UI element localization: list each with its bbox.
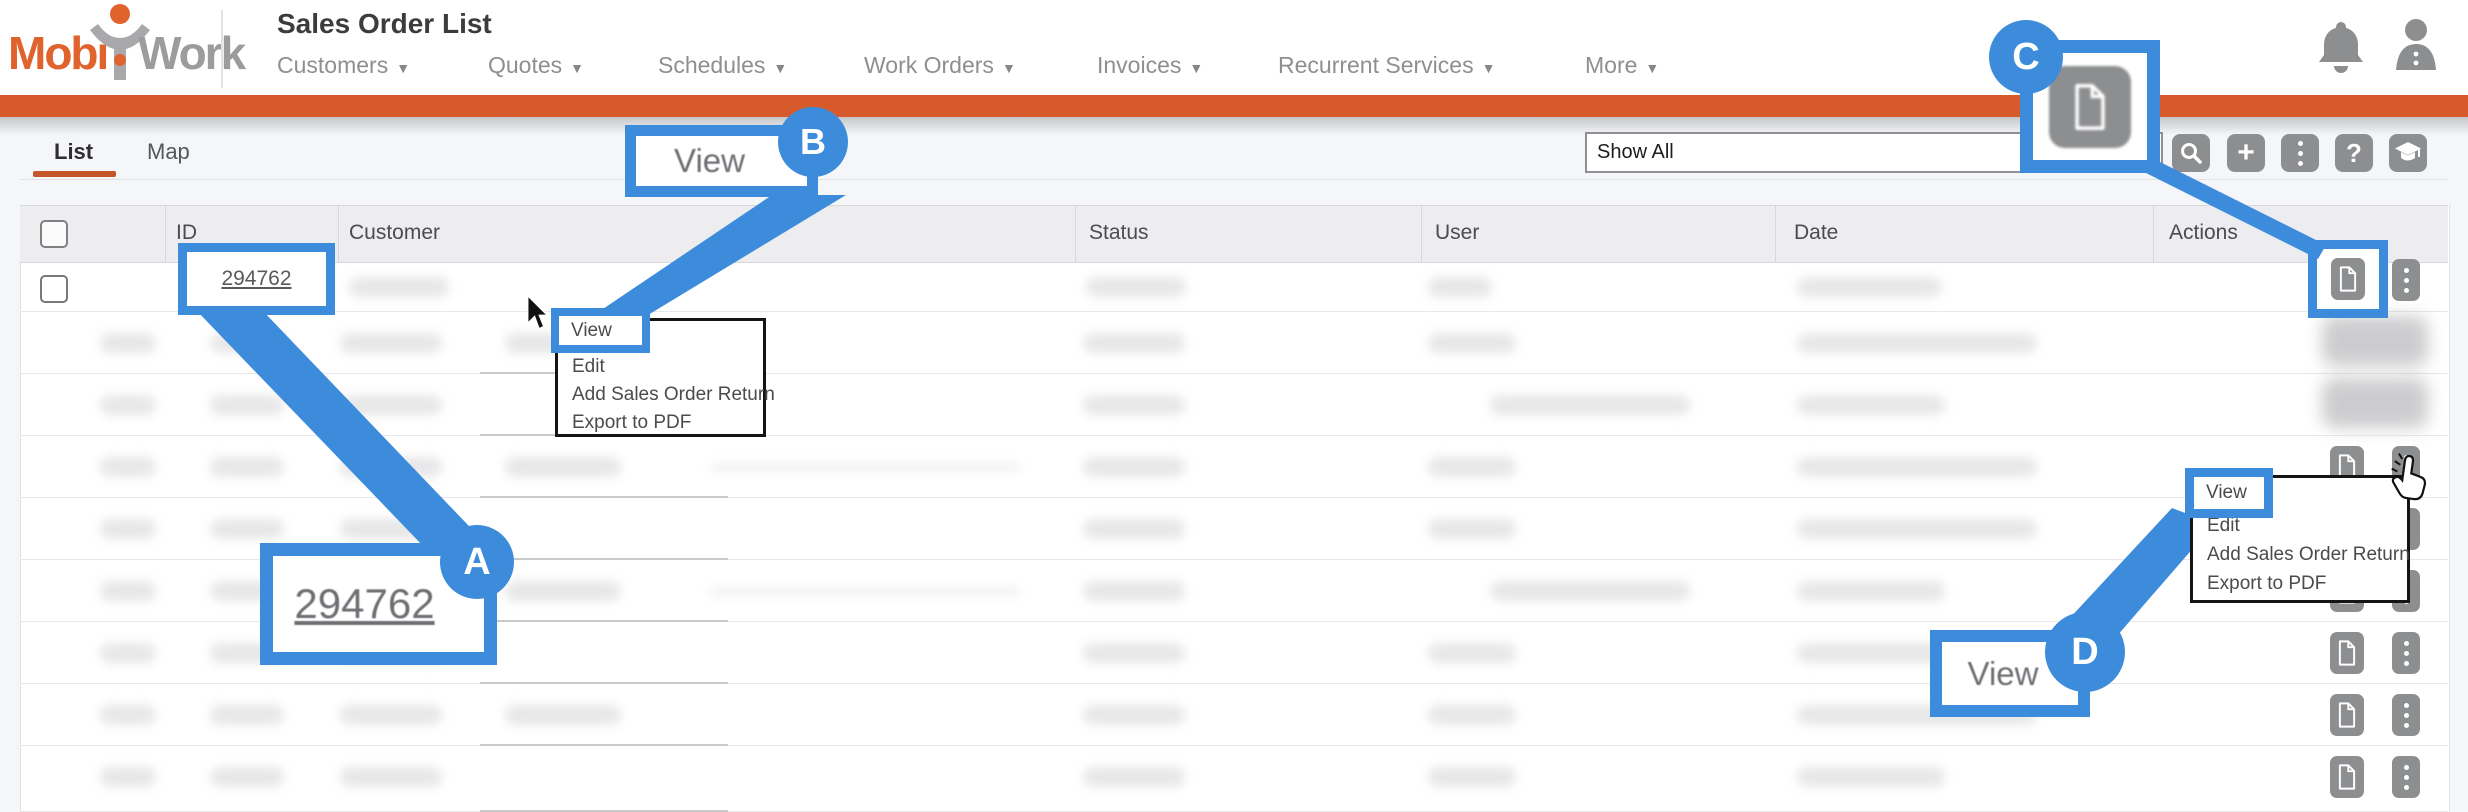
chevron-down-icon: ▼ — [773, 60, 787, 76]
header-divider — [221, 10, 223, 88]
document-icon[interactable] — [2331, 258, 2365, 300]
column-divider — [165, 206, 166, 262]
col-header-date[interactable]: Date — [1794, 221, 1838, 245]
table-row — [20, 746, 2448, 812]
nav-schedules[interactable]: Schedules ▼ — [658, 52, 787, 79]
row-checkbox[interactable] — [40, 275, 68, 303]
menu-item-view[interactable]: View — [559, 320, 612, 342]
nav-recurrent-services[interactable]: Recurrent Services ▼ — [1278, 52, 1495, 79]
help-icon[interactable]: ? — [2335, 134, 2373, 172]
tab-map[interactable]: Map — [147, 139, 190, 165]
zoomed-view-text: View — [1968, 655, 2039, 693]
redacted-user — [1428, 277, 1492, 297]
tabs-divider — [20, 179, 2448, 180]
sales-order-id-link[interactable]: 294762 — [221, 267, 291, 291]
chevron-down-icon: ▼ — [1645, 60, 1659, 76]
menu-item-view[interactable]: View — [2194, 482, 2247, 504]
nav-customers[interactable]: Customers ▼ — [277, 52, 410, 79]
column-divider — [1075, 206, 1076, 262]
nav-work-orders-label: Work Orders — [864, 52, 994, 79]
menu-item-add-sales-order-return[interactable]: Add Sales Order Return — [2207, 544, 2410, 566]
row-more-icon[interactable] — [2392, 259, 2420, 301]
row-more-icon[interactable] — [2392, 694, 2420, 736]
table-row — [20, 312, 2448, 374]
callout-c-target-frame id-highlight-frame: 294762 — [178, 243, 335, 315]
nav-schedules-label: Schedules — [658, 52, 765, 79]
more-options-icon[interactable] — [2281, 134, 2319, 172]
view-highlight-frame: View — [2185, 468, 2273, 518]
redacted-actions — [2322, 316, 2428, 366]
nav-quotes[interactable]: Quotes ▼ — [488, 52, 584, 79]
chevron-down-icon: ▼ — [1002, 60, 1016, 76]
zoomed-id-text: 294762 — [294, 580, 434, 628]
document-icon[interactable] — [2330, 632, 2364, 674]
document-icon[interactable] — [2330, 694, 2364, 736]
column-divider — [1775, 206, 1776, 262]
page-title: Sales Order List — [277, 8, 492, 40]
callout-b-badge: B — [778, 107, 848, 177]
col-header-status[interactable]: Status — [1089, 221, 1149, 245]
chevron-down-icon: ▼ — [1482, 60, 1496, 76]
select-all-checkbox[interactable] — [40, 220, 68, 248]
callout-c-badge: C — [1989, 20, 2063, 94]
nav-more[interactable]: More ▼ — [1585, 52, 1659, 79]
user-profile-icon[interactable] — [2392, 18, 2440, 74]
column-divider — [2153, 206, 2154, 262]
nav-customers-label: Customers — [277, 52, 388, 79]
redacted-status — [1086, 277, 1186, 297]
menu-item-export-to-pdf[interactable]: Export to PDF — [572, 412, 691, 434]
app-window: Mobi Work Sales Order List Customers▼ Qu… — [0, 0, 2468, 812]
add-icon[interactable]: + — [2227, 134, 2265, 172]
column-divider — [1421, 206, 1422, 262]
menu-item-add-sales-order-return[interactable]: Add Sales Order Return — [572, 384, 775, 406]
search-icon[interactable] — [2172, 134, 2210, 172]
nav-quotes-label: Quotes — [488, 52, 562, 79]
col-header-user[interactable]: User — [1435, 221, 1479, 245]
nav-invoices-label: Invoices — [1097, 52, 1181, 79]
redacted-date — [1797, 277, 1942, 297]
view-highlight-frame: View — [551, 308, 650, 353]
active-tab-underline — [33, 171, 116, 177]
column-divider — [338, 206, 339, 262]
redacted-actions — [2322, 378, 2428, 428]
document-icon[interactable] — [2330, 756, 2364, 798]
row-more-icon[interactable] — [2392, 632, 2420, 674]
tab-list[interactable]: List — [54, 139, 93, 165]
callout-a-badge: A — [440, 525, 514, 599]
nav-invoices[interactable]: Invoices ▼ — [1097, 52, 1203, 79]
table-row — [20, 263, 2448, 312]
menu-item-export-to-pdf[interactable]: Export to PDF — [2207, 573, 2326, 595]
nav-recurrent-services-label: Recurrent Services — [1278, 52, 1474, 79]
row-more-icon[interactable] — [2392, 756, 2420, 798]
redacted-customer — [349, 277, 449, 297]
col-header-id[interactable]: ID — [176, 221, 197, 245]
chevron-down-icon: ▼ — [396, 60, 410, 76]
table-row — [20, 436, 2448, 498]
table-row — [20, 374, 2448, 436]
doc-icon-highlight-frame — [2308, 240, 2388, 318]
col-header-customer[interactable]: Customer — [349, 221, 440, 245]
menu-item-edit[interactable]: Edit — [2207, 515, 2240, 537]
callout-d-badge: D — [2045, 612, 2125, 692]
logo-work-text[interactable]: Work — [138, 26, 244, 80]
chevron-down-icon: ▼ — [1189, 60, 1203, 76]
menu-item-edit[interactable]: Edit — [572, 356, 605, 378]
nav-more-label: More — [1585, 52, 1637, 79]
training-icon[interactable] — [2389, 134, 2427, 172]
nav-work-orders[interactable]: Work Orders ▼ — [864, 52, 1016, 79]
zoomed-view-text: View — [674, 142, 745, 180]
col-header-actions: Actions — [2169, 221, 2238, 245]
document-icon — [2049, 66, 2131, 148]
chevron-down-icon: ▼ — [570, 60, 584, 76]
notifications-bell-icon[interactable] — [2316, 18, 2366, 74]
